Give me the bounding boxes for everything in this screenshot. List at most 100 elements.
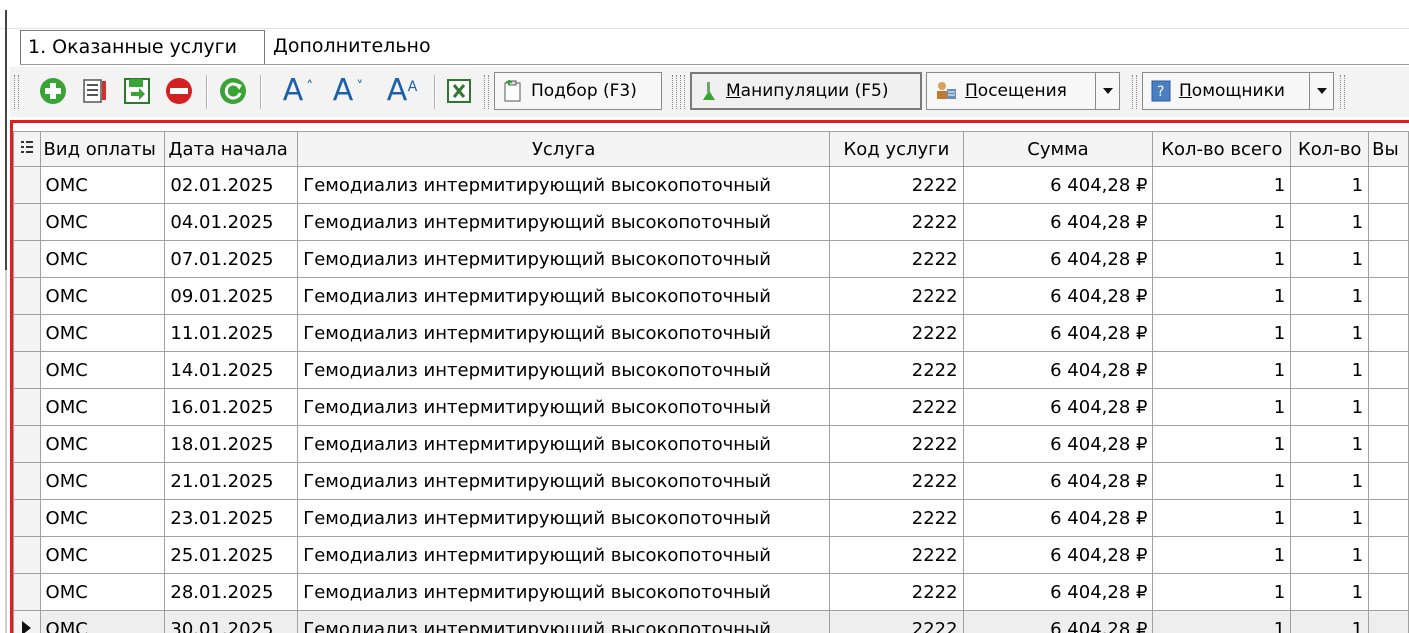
cell-truncated[interactable] [1368,573,1409,611]
cell-pay-type[interactable]: ОМС [39,351,166,389]
table-row[interactable]: ОМС 30.01.2025 Гемодиализ интермитирующий … [13,610,1409,633]
cell-start-date[interactable]: 18.01.2025 [164,425,299,463]
cell-service[interactable]: Гемодиализ интермитирующий высокопоточны… [297,388,831,426]
cell-service-code[interactable]: 2222 [829,462,964,500]
cell-pay-type[interactable]: ОМС [39,277,166,315]
row-indicator[interactable] [13,499,41,537]
cell-service-code[interactable]: 2222 [829,536,964,574]
table-row[interactable]: ОМС 21.01.2025 Гемодиализ интермитирующий … [13,462,1409,500]
refresh-button[interactable] [216,71,250,111]
column-header-service[interactable]: Услуга [297,131,831,167]
cell-truncated[interactable] [1368,536,1409,574]
cell-pay-type[interactable]: ОМС [39,425,166,463]
cell-sum[interactable]: 6 404,28 ₽ [962,166,1154,204]
tab-additional[interactable]: Дополнительно [266,30,458,63]
manipulations-button[interactable]: Манипуляции (F5) [690,72,922,110]
font-increase-button[interactable]: A ˄ [272,71,314,111]
cell-start-date[interactable]: 30.01.2025 [164,610,299,633]
cell-service[interactable]: Гемодиализ интермитирующий высокопоточны… [297,536,831,574]
cell-truncated[interactable] [1368,166,1409,204]
cell-qty-total[interactable]: 1 [1152,277,1292,315]
table-row[interactable]: ОМС 16.01.2025 Гемодиализ интермитирующий … [13,388,1409,426]
column-header-service-code[interactable]: Код услуги [829,131,964,167]
column-header-qty-total[interactable]: Кол-во всего [1152,131,1292,167]
tab-services[interactable]: 1. Оказанные услуги [20,30,265,64]
row-indicator[interactable] [13,462,41,500]
delete-button[interactable] [162,71,196,111]
column-header-truncated[interactable]: Вы [1368,131,1409,167]
cell-service[interactable]: Гемодиализ интермитирующий высокопоточны… [297,425,831,463]
row-indicator[interactable] [13,166,41,204]
cell-sum[interactable]: 6 404,28 ₽ [962,425,1154,463]
cell-qty[interactable]: 1 [1290,573,1370,611]
cell-start-date[interactable]: 14.01.2025 [164,351,299,389]
cell-qty-total[interactable]: 1 [1152,314,1292,352]
cell-pay-type[interactable]: ОМС [39,240,166,278]
cell-qty-total[interactable]: 1 [1152,499,1292,537]
cell-truncated[interactable] [1368,462,1409,500]
cell-sum[interactable]: 6 404,28 ₽ [962,203,1154,241]
cell-pay-type[interactable]: ОМС [39,462,166,500]
cell-qty[interactable]: 1 [1290,203,1370,241]
cell-qty[interactable]: 1 [1290,425,1370,463]
cell-pay-type[interactable]: ОМС [39,203,166,241]
column-header-qty[interactable]: Кол-во [1290,131,1370,167]
cell-start-date[interactable]: 16.01.2025 [164,388,299,426]
visits-dropdown-button[interactable] [1096,72,1120,110]
cell-qty[interactable]: 1 [1290,314,1370,352]
cell-start-date[interactable]: 11.01.2025 [164,314,299,352]
table-row[interactable]: ОМС 09.01.2025 Гемодиализ интермитирующий … [13,277,1409,315]
cell-service-code[interactable]: 2222 [829,166,964,204]
cell-service[interactable]: Гемодиализ интермитирующий высокопоточны… [297,314,831,352]
table-row[interactable]: ОМС 28.01.2025 Гемодиализ интермитирующий … [13,573,1409,611]
cell-truncated[interactable] [1368,610,1409,633]
cell-truncated[interactable] [1368,351,1409,389]
cell-truncated[interactable] [1368,388,1409,426]
helpers-button[interactable]: ? Помощники [1142,72,1310,110]
table-row[interactable]: ОМС 23.01.2025 Гемодиализ интермитирующий … [13,499,1409,537]
row-indicator[interactable] [13,277,41,315]
cell-qty-total[interactable]: 1 [1152,573,1292,611]
table-row[interactable]: ОМС 07.01.2025 Гемодиализ интермитирующий … [13,240,1409,278]
podbor-button[interactable]: Подбор (F3) [494,72,662,110]
table-row[interactable]: ОМС 04.01.2025 Гемодиализ интермитирующий … [13,203,1409,241]
font-decrease-button[interactable]: A ˅ [322,71,364,111]
table-row[interactable]: ОМС 25.01.2025 Гемодиализ интермитирующий … [13,536,1409,574]
toolbar-grip[interactable] [1340,75,1345,109]
row-indicator[interactable] [13,351,41,389]
cell-service[interactable]: Гемодиализ интермитирующий высокопоточны… [297,203,831,241]
cell-qty[interactable]: 1 [1290,610,1370,633]
cell-qty-total[interactable]: 1 [1152,388,1292,426]
table-row[interactable]: ОМС 18.01.2025 Гемодиализ интермитирующий … [13,425,1409,463]
cell-pay-type[interactable]: ОМС [39,610,166,633]
row-indicator[interactable] [13,240,41,278]
cell-start-date[interactable]: 04.01.2025 [164,203,299,241]
cell-sum[interactable]: 6 404,28 ₽ [962,240,1154,278]
toolbar-grip[interactable] [1132,75,1137,109]
toolbar-grip[interactable] [680,75,685,109]
cell-qty[interactable]: 1 [1290,388,1370,426]
column-header-sum[interactable]: Сумма [962,131,1154,167]
row-indicator[interactable] [13,314,41,352]
cell-qty[interactable]: 1 [1290,536,1370,574]
cell-service-code[interactable]: 2222 [829,203,964,241]
cell-qty-total[interactable]: 1 [1152,351,1292,389]
column-chooser-button[interactable] [13,131,41,167]
services-grid[interactable]: Вид оплаты Дата начала Услуга Код услуги… [10,120,1409,633]
cell-service[interactable]: Гемодиализ интермитирующий высокопоточны… [297,499,831,537]
cell-truncated[interactable] [1368,203,1409,241]
cell-sum[interactable]: 6 404,28 ₽ [962,462,1154,500]
cell-start-date[interactable]: 28.01.2025 [164,573,299,611]
cell-qty[interactable]: 1 [1290,462,1370,500]
cell-start-date[interactable]: 25.01.2025 [164,536,299,574]
cell-truncated[interactable] [1368,425,1409,463]
cell-service[interactable]: Гемодиализ интермитирующий высокопоточны… [297,166,831,204]
cell-sum[interactable]: 6 404,28 ₽ [962,351,1154,389]
cell-service-code[interactable]: 2222 [829,610,964,633]
cell-service[interactable]: Гемодиализ интермитирующий высокопоточны… [297,462,831,500]
cell-service-code[interactable]: 2222 [829,425,964,463]
cell-sum[interactable]: 6 404,28 ₽ [962,277,1154,315]
cell-pay-type[interactable]: ОМС [39,536,166,574]
cell-truncated[interactable] [1368,499,1409,537]
cell-pay-type[interactable]: ОМС [39,166,166,204]
